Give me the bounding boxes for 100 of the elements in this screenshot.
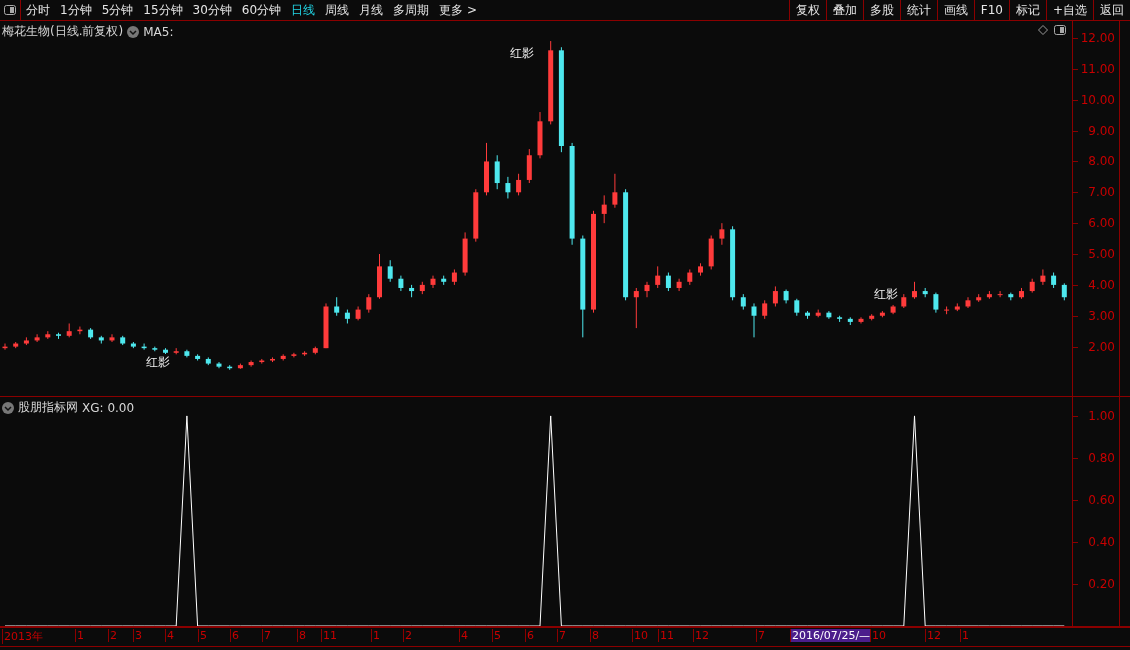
toolbar-button[interactable]: 多股 — [862, 0, 900, 20]
time-axis-label: 2 — [403, 629, 413, 642]
candle — [901, 293, 907, 309]
candle — [323, 302, 329, 349]
candle — [687, 268, 693, 286]
period-tab[interactable]: 15分钟 — [138, 0, 188, 20]
candle — [366, 293, 372, 314]
candle — [794, 298, 800, 317]
time-axis-label: 12 — [925, 629, 942, 642]
candle — [526, 148, 532, 184]
candle — [23, 336, 29, 346]
toolbar-button[interactable]: 复权 — [788, 0, 826, 20]
price-axis-label: 4.00 — [1088, 277, 1115, 292]
candle — [1040, 268, 1046, 286]
candle — [98, 335, 104, 345]
candle — [633, 287, 639, 329]
candle — [419, 281, 425, 295]
candle — [56, 332, 61, 340]
time-axis-label: 6 — [525, 629, 535, 642]
candle — [933, 292, 939, 314]
time-axis-label: 8 — [590, 629, 600, 642]
time-axis-label: 4 — [165, 629, 175, 642]
indicator-title: 股朋指标网 — [18, 399, 78, 416]
candle — [237, 363, 243, 370]
period-tab[interactable]: 5分钟 — [96, 0, 139, 20]
candle — [912, 281, 917, 300]
panel-toggle-icon[interactable] — [4, 5, 16, 15]
candle — [698, 262, 703, 277]
toolbar-button[interactable]: F10 — [973, 0, 1009, 20]
candle — [826, 310, 832, 320]
toolbar-button[interactable]: 标记 — [1008, 0, 1046, 20]
candle — [77, 326, 83, 335]
period-tab[interactable]: 分时 — [21, 0, 55, 20]
candle — [708, 235, 714, 270]
candle — [141, 343, 147, 351]
indicator-axis-label: 0.20 — [1088, 576, 1115, 591]
candle — [259, 358, 265, 365]
toolbar-button[interactable]: +自选 — [1045, 0, 1093, 20]
diamond-icon[interactable] — [1038, 25, 1048, 35]
toolbar-button[interactable]: 返回 — [1093, 0, 1130, 20]
candle — [88, 327, 94, 340]
toolbar-button[interactable]: 画线 — [936, 0, 974, 20]
candle — [1019, 287, 1024, 300]
time-axis-label: 7 — [262, 629, 272, 642]
candle — [291, 352, 297, 358]
price-axis-label: 6.00 — [1088, 216, 1115, 231]
period-tab[interactable]: 60分钟 — [236, 0, 287, 20]
toolbar-button[interactable]: 叠加 — [825, 0, 863, 20]
candle — [516, 173, 522, 196]
signal-label: 红影 — [144, 353, 171, 371]
price-axis-label: 7.00 — [1088, 185, 1115, 200]
price-axis-label: 11.00 — [1080, 61, 1115, 76]
dropdown-icon[interactable] — [2, 401, 14, 414]
time-axis-label: 3 — [133, 629, 143, 642]
candle — [965, 296, 971, 309]
candle — [1029, 278, 1035, 294]
candle — [537, 111, 543, 159]
time-axis-label: 1 — [960, 629, 970, 642]
panel-toggle-icon[interactable] — [1054, 25, 1066, 35]
candle — [109, 333, 115, 343]
time-axis-label: 11 — [321, 629, 338, 642]
candle — [66, 322, 72, 338]
candle — [430, 275, 436, 289]
candle — [676, 278, 682, 292]
price-axis-label: 2.00 — [1088, 339, 1115, 354]
candle — [184, 349, 190, 358]
time-axis-label: 1 — [371, 629, 381, 642]
candle — [1051, 272, 1057, 289]
candle — [665, 272, 671, 292]
period-tab[interactable]: 日线 — [286, 0, 321, 20]
time-axis-label: 5 — [492, 629, 502, 642]
candle — [280, 353, 286, 361]
period-tab[interactable]: 周线 — [320, 0, 355, 20]
price-axis-label: 3.00 — [1088, 308, 1115, 323]
candle — [815, 309, 821, 318]
indicator-reading: XG: 0.00 — [82, 400, 135, 415]
period-tab[interactable]: 月线 — [354, 0, 389, 20]
candle — [922, 287, 928, 298]
price-axis-label: 9.00 — [1088, 123, 1115, 138]
candle — [783, 289, 789, 304]
candle — [612, 173, 618, 209]
candle — [377, 253, 382, 300]
candle — [505, 176, 511, 199]
dropdown-icon[interactable] — [127, 25, 140, 38]
indicator-axis-label: 0.40 — [1088, 534, 1115, 549]
candle — [2, 343, 8, 351]
candle — [494, 154, 500, 190]
candle — [484, 142, 489, 196]
candle — [644, 281, 650, 298]
period-tab[interactable]: 1分钟 — [55, 0, 97, 20]
candle — [837, 315, 843, 323]
toolbar-button[interactable]: 统计 — [899, 0, 937, 20]
period-tab[interactable]: 更多 > — [434, 0, 482, 20]
candle — [45, 330, 51, 340]
candle — [1008, 292, 1014, 301]
ma-label: MA5: — [143, 24, 174, 39]
candle — [451, 268, 457, 286]
period-tab[interactable]: 30分钟 — [187, 0, 237, 20]
period-tab[interactable]: 多周期 — [388, 0, 435, 20]
stock-title: 梅花生物(日线.前复权) — [2, 23, 124, 40]
